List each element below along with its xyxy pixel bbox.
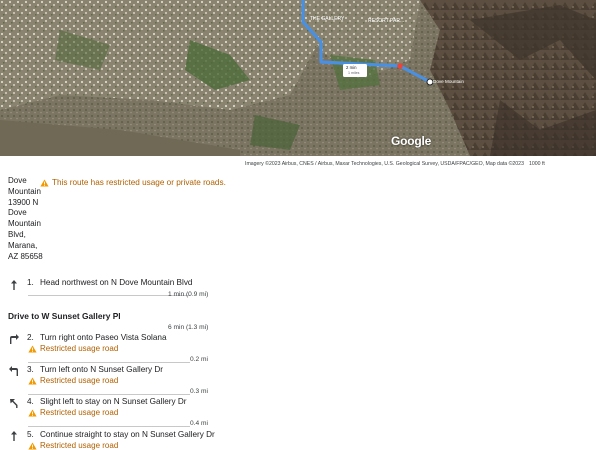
slight-left-icon (10, 399, 18, 408)
step-number: 2. (27, 333, 34, 342)
google-logo: Google (391, 134, 432, 148)
restricted-usage: Restricted usage road (28, 376, 118, 385)
map-scale: 1000 ft (529, 161, 545, 167)
step-instruction: Head northwest on N Dove Mountain Blvd (40, 278, 193, 287)
satellite-imagery (0, 0, 596, 156)
imagery-credit: Imagery ©2023 Airbus, CNES / Airbus, Max… (245, 161, 524, 167)
step-divider (28, 394, 190, 395)
step-divider (28, 295, 190, 296)
step-instruction: Turn left onto N Sunset Gallery Dr (40, 365, 164, 374)
step-instruction: Continue straight to stay on N Sunset Ga… (40, 430, 215, 439)
step-distance: 1 min (0.9 mi) (168, 291, 209, 298)
step-number: 5. (27, 430, 34, 439)
arrow-up-icon (11, 431, 17, 441)
map-label-resort: RESORT PAR... (368, 18, 405, 24)
map-label-gallery: THE GALLERY (310, 16, 345, 22)
warning-icon (28, 408, 37, 417)
route-warning: This route has restricted usage or priva… (40, 178, 226, 187)
route-warning-text: This route has restricted usage or priva… (52, 178, 226, 187)
step-number: 1. (27, 278, 34, 287)
restricted-usage: Restricted usage road (28, 344, 118, 353)
restricted-usage: Restricted usage road (28, 408, 118, 417)
route-time-label: 2 min (346, 65, 357, 70)
map-label-dove-mountain: Dove Mountain (433, 79, 464, 84)
step-distance: 0.4 mi (190, 420, 208, 427)
arrow-up-icon (11, 280, 17, 290)
map-view[interactable]: THE GALLERY RESORT PAR... Dove Mountain … (0, 0, 596, 156)
step-number: 3. (27, 365, 34, 374)
turn-right-icon (10, 334, 19, 344)
step-distance: 0.2 mi (190, 356, 208, 363)
turn-left-icon (9, 366, 18, 376)
section-distance: 6 min (1.3 mi) (168, 324, 209, 331)
step-instruction: Slight left to stay on N Sunset Gallery … (40, 397, 187, 406)
map-attribution: Imagery ©2023 Airbus, CNES / Airbus, Max… (0, 158, 596, 170)
step-instruction: Turn right onto Paseo Vista Solana (40, 333, 167, 342)
warning-icon (28, 376, 37, 385)
warning-icon (40, 178, 49, 187)
step-divider (28, 426, 190, 427)
section-title: Drive to W Sunset Gallery Pl (8, 311, 121, 321)
step-distance: 0.3 mi (190, 388, 208, 395)
warning-icon (28, 344, 37, 353)
step-number: 4. (27, 397, 34, 406)
start-address: Dove Mountain 13900 N Dove Mountain Blvd… (8, 176, 43, 261)
step-divider (28, 362, 190, 363)
route-distance-label: 1 miles (348, 71, 360, 75)
